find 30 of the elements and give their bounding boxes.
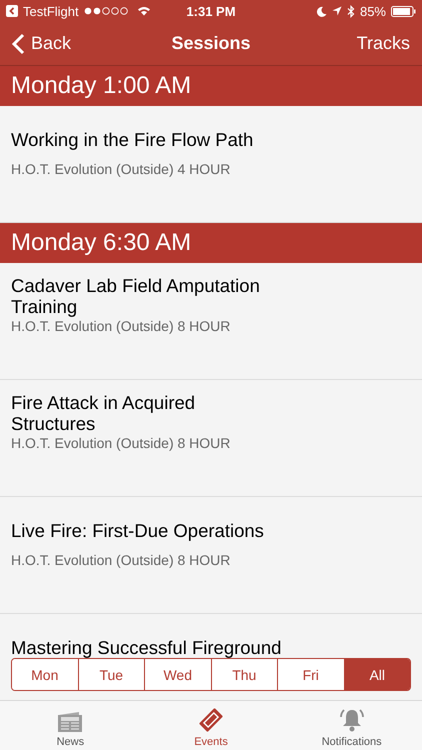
newspaper-icon — [57, 711, 84, 733]
battery-level: 85% — [360, 4, 386, 18]
tab-bar-item[interactable]: News — [0, 701, 141, 750]
session-title: Cadaver Lab Field Amputation Training — [11, 275, 261, 317]
bluetooth-icon — [346, 4, 355, 18]
session-title: Mastering Successful Fireground — [11, 636, 282, 658]
location-icon — [332, 6, 342, 16]
back-app-icon[interactable] — [6, 5, 18, 17]
session-title: Live Fire: First-Due Operations — [11, 520, 265, 540]
tab-bar-item[interactable]: Notifications — [281, 701, 422, 750]
back-chevron-icon[interactable] — [12, 32, 25, 54]
bell-icon — [338, 707, 365, 733]
session-title: Working in the Fire Flow Path — [11, 128, 254, 150]
session-subtitle: H.O.T. Evolution (Outside) 8 HOUR — [11, 551, 232, 569]
session-subtitle: H.O.T. Evolution (Outside) 8 HOUR — [11, 317, 232, 335]
screen-title: Sessions — [171, 33, 251, 54]
section-header: Monday 1:00 AM — [0, 66, 422, 106]
tracks-button[interactable]: Tracks — [356, 33, 410, 54]
day-tab[interactable]: All — [344, 659, 410, 690]
session-subtitle: H.O.T. Evolution (Outside) 8 HOUR — [11, 434, 232, 452]
battery-icon — [391, 6, 416, 16]
tab-bar-item[interactable]: Events — [140, 701, 282, 750]
section-header: Monday 6:30 AM — [0, 223, 422, 263]
back-button[interactable]: Back — [12, 32, 72, 54]
wifi-icon — [136, 6, 151, 16]
session-subtitle: H.O.T. Evolution (Outside) 4 HOUR — [11, 160, 232, 178]
session-title: Fire Attack in Acquired Structures — [11, 392, 196, 434]
moon-icon — [316, 6, 327, 16]
app-name[interactable]: TestFlight — [23, 4, 79, 18]
status-time: 1:31 PM — [186, 4, 236, 18]
